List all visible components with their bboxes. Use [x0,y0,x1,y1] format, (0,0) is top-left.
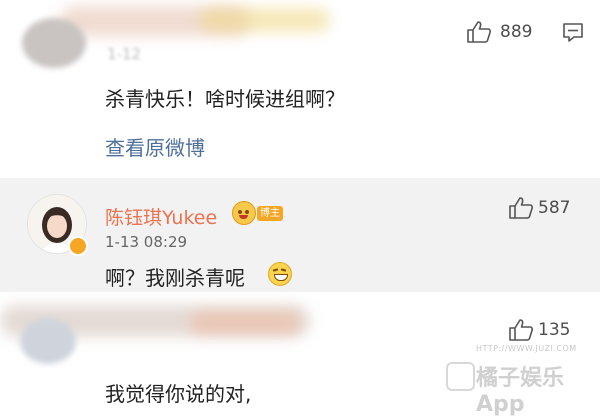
reply-comment-icon[interactable] [562,21,584,47]
comment-text: 杀青快乐！啥时候进组啊？ [105,87,345,111]
reply-text: 啊？我刚杀青呢 [105,266,245,290]
comment-time: 1-12 [107,45,142,63]
thumbs-up-icon [509,197,533,219]
watermark-text: 橘子娱乐App [476,366,565,417]
like-button[interactable] [466,20,492,44]
like-count: 135 [538,320,571,340]
thumbs-up-icon [467,21,491,43]
like-count: 889 [500,22,533,42]
grin-emoji-icon [268,262,292,286]
blurred-username-extra [190,312,300,334]
avatar[interactable] [22,18,86,68]
reply-like-count: 587 [538,198,571,218]
reply-time: 1-13 08:29 [105,233,188,251]
verified-badge-icon [68,236,88,256]
blogger-username[interactable]: 陈钰琪Yukee [105,203,217,230]
crown-fan-icon [232,201,256,225]
blogger-badge: 博主 [257,206,283,221]
comment-text: 我觉得你说的对, [105,382,252,406]
reply-like-button[interactable] [508,196,534,220]
thumbs-up-icon [509,319,533,341]
view-original-weibo-link[interactable]: 查看原微博 [105,132,205,161]
like-button[interactable] [508,318,534,342]
avatar[interactable] [20,318,76,364]
blurred-username-extra [200,8,330,32]
watermark-logo [446,362,475,391]
watermark-url: HTTP://WWW.JUZI.COM [476,344,577,353]
